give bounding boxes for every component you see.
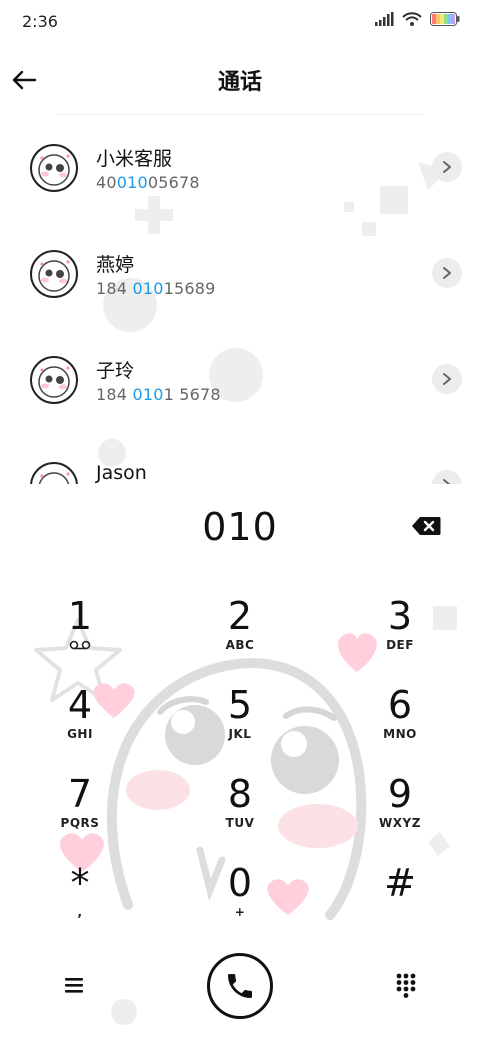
dialpad-icon xyxy=(396,973,416,998)
avatar xyxy=(30,250,78,298)
avatar xyxy=(30,356,78,404)
contact-item[interactable]: 燕婷 184 01015689 xyxy=(0,218,480,324)
contact-detail-button[interactable] xyxy=(432,364,462,394)
contact-number: 184 0101 5678 xyxy=(96,385,221,404)
key-7[interactable]: 7 PQRS xyxy=(10,772,150,856)
key-letters: GHI xyxy=(67,727,93,741)
signal-icon xyxy=(375,12,394,26)
contact-item[interactable]: 子玲 184 0101 5678 xyxy=(0,324,480,430)
key-digit: 5 xyxy=(227,683,253,727)
key-digit: 3 xyxy=(387,594,413,638)
chevron-right-icon xyxy=(443,373,451,385)
contact-name: Jason xyxy=(96,462,147,484)
key-star[interactable]: * , xyxy=(10,861,150,945)
wifi-icon xyxy=(402,12,422,26)
voicemail-icon xyxy=(69,640,91,650)
bottom-bar xyxy=(0,950,480,1026)
key-1[interactable]: 1 xyxy=(10,594,150,678)
key-letters: PQRS xyxy=(60,816,100,830)
page-title: 通话 xyxy=(217,70,262,95)
call-button[interactable] xyxy=(207,953,273,1019)
number-match: 010 xyxy=(116,173,148,192)
key-letters: WXYZ xyxy=(379,816,421,830)
chevron-right-icon xyxy=(443,161,451,173)
key-letters: TUV xyxy=(225,816,255,830)
header: 通话 xyxy=(0,48,480,112)
contact-detail-button[interactable] xyxy=(432,152,462,182)
key-digit: 2 xyxy=(227,594,253,638)
status-time: 2:36 xyxy=(22,12,58,31)
contact-number: 4001005678 xyxy=(96,173,200,192)
contact-name: 小米客服 xyxy=(96,148,173,170)
key-digit: 4 xyxy=(67,683,93,727)
key-letters: DEF xyxy=(386,638,414,652)
key-letters: JKL xyxy=(228,727,252,741)
contact-name: 子玲 xyxy=(96,360,135,382)
key-letters: , xyxy=(77,905,83,919)
key-2[interactable]: 2 ABC xyxy=(170,594,310,678)
key-digit: 0 xyxy=(227,861,253,905)
contact-item[interactable]: 小米客服 4001005678 xyxy=(0,112,480,218)
battery-icon xyxy=(430,12,460,26)
number-match: 010 xyxy=(132,279,164,298)
contact-name: 燕婷 xyxy=(96,254,135,276)
status-bar: 2:36 xyxy=(0,0,480,44)
dialpad-toggle-button[interactable] xyxy=(388,968,424,1004)
key-6[interactable]: 6 MNO xyxy=(330,683,470,767)
number-match: 010 xyxy=(132,385,164,404)
key-hash[interactable]: # xyxy=(330,861,470,945)
key-digit: 7 xyxy=(67,772,93,816)
avatar xyxy=(30,462,78,484)
avatar xyxy=(30,144,78,192)
key-digit: # xyxy=(384,861,416,905)
backspace-icon xyxy=(412,517,441,535)
key-digit: 1 xyxy=(67,594,93,638)
contact-list: 小米客服 4001005678 燕婷 184 01015689 子玲 184 0… xyxy=(0,112,480,484)
key-digit: 8 xyxy=(227,772,253,816)
status-icons xyxy=(374,12,460,26)
chevron-right-icon xyxy=(443,267,451,279)
contact-number: 184 01015689 xyxy=(96,279,216,298)
key-3[interactable]: 3 DEF xyxy=(330,594,470,678)
key-digit: 6 xyxy=(387,683,413,727)
key-letters: ABC xyxy=(225,638,255,652)
key-digit: * xyxy=(70,861,90,905)
contact-item[interactable]: Jason xyxy=(0,430,480,484)
contact-detail-button[interactable] xyxy=(432,258,462,288)
backspace-button[interactable] xyxy=(408,512,444,540)
key-digit: 9 xyxy=(387,772,413,816)
key-5[interactable]: 5 JKL xyxy=(170,683,310,767)
key-9[interactable]: 9 WXYZ xyxy=(330,772,470,856)
key-0[interactable]: 0 + xyxy=(170,861,310,945)
chevron-right-icon xyxy=(443,479,451,484)
phone-icon xyxy=(228,974,252,998)
key-letters: MNO xyxy=(383,727,417,741)
key-8[interactable]: 8 TUV xyxy=(170,772,310,856)
menu-icon xyxy=(65,978,83,993)
menu-button[interactable] xyxy=(56,970,92,1000)
contact-detail-button[interactable] xyxy=(432,470,462,484)
key-4[interactable]: 4 GHI xyxy=(10,683,150,767)
key-letters: + xyxy=(234,905,246,919)
